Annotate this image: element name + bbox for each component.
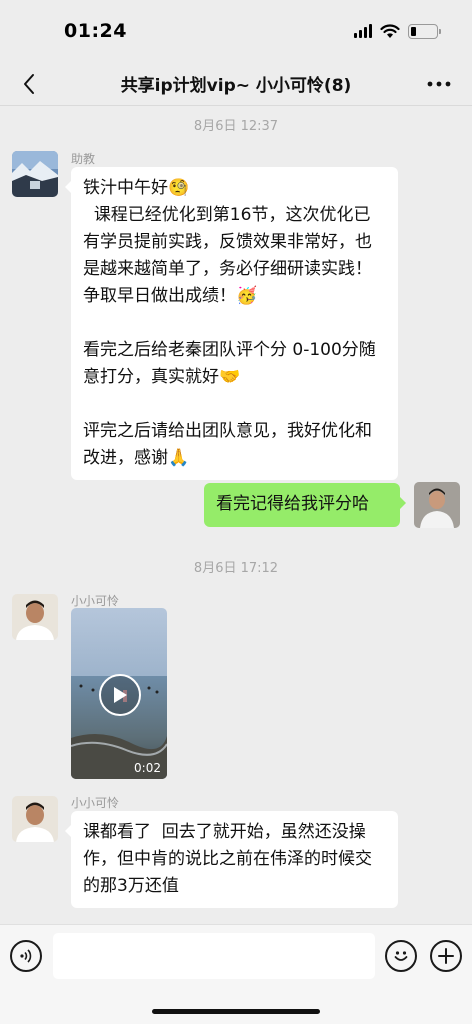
message-timestamp: 8月6日 12:37: [193, 119, 279, 134]
video-duration: 0:02: [134, 761, 161, 775]
status-bar: 01:24: [0, 0, 472, 62]
back-button[interactable]: [14, 68, 44, 100]
sender-name: 小小可怜: [71, 594, 120, 608]
message-timestamp: 8月6日 17:12: [193, 561, 279, 576]
battery-level: [411, 26, 416, 36]
cellular-signal-icon: [354, 24, 372, 38]
avatar-image: [12, 796, 58, 842]
voice-icon: [20, 949, 32, 963]
message-text: 看完之后给老秦团队评个分 0-100分随意打分，真实就好🤝: [83, 340, 376, 387]
plus-icon: [438, 948, 454, 964]
battery-icon: [408, 23, 441, 39]
avatar[interactable]: [12, 796, 58, 842]
voice-button[interactable]: [10, 940, 42, 972]
message-bubble-mine[interactable]: 看完记得给我评分哈: [204, 483, 406, 527]
play-button[interactable]: [99, 674, 141, 716]
ellipsis-icon: [427, 81, 451, 87]
home-indicator: [152, 1009, 320, 1014]
sender-name: 助教: [71, 152, 96, 166]
status-icons: [354, 23, 441, 39]
avatar-self[interactable]: [414, 482, 460, 528]
emoji-icon: [394, 951, 408, 961]
message-bubble[interactable]: 铁汁中午好🧐 课程已经优化到第16节，这次优化已有学员提前实践，反馈效果非常好，…: [65, 167, 398, 480]
avatar[interactable]: [12, 151, 58, 197]
wifi-icon: [380, 23, 400, 38]
more-button[interactable]: [424, 70, 454, 98]
emoji-button[interactable]: [385, 940, 417, 972]
avatar-image: [12, 151, 58, 197]
avatar-image: [414, 482, 460, 528]
avatar[interactable]: [12, 594, 58, 640]
message-input[interactable]: [53, 933, 375, 979]
message-bubble[interactable]: 课都看了 回去了就开始，虽然还没操作，但中肯的说比之前在伟泽的时候交的那3万还值: [65, 811, 398, 908]
play-icon: [114, 687, 127, 703]
chat-title: 共享ip计划vip~ 小小可怜(8): [120, 76, 352, 96]
message-text: 看完记得给我评分哈: [216, 494, 369, 514]
message-text: 评完之后请给出团队意见，我好优化和改进，感谢🙏: [83, 421, 372, 468]
message-text: 课都看了 回去了就开始，虽然还没操作，但中肯的说比之前在伟泽的时候交的那3万还值: [83, 822, 372, 896]
chevron-left-icon: [24, 74, 34, 94]
chat-header: 共享ip计划vip~ 小小可怜(8): [0, 62, 472, 106]
plus-button[interactable]: [430, 940, 462, 972]
message-text: 铁汁中午好🧐: [83, 178, 190, 198]
status-time: 01:24: [64, 20, 127, 42]
video-message[interactable]: 0:02: [71, 608, 167, 779]
avatar-image: [12, 594, 58, 640]
sender-name: 小小可怜: [71, 796, 120, 810]
message-text: 课程已经优化到第16节，这次优化已有学员提前实践，反馈效果非常好，也是越来越简单…: [83, 205, 372, 306]
